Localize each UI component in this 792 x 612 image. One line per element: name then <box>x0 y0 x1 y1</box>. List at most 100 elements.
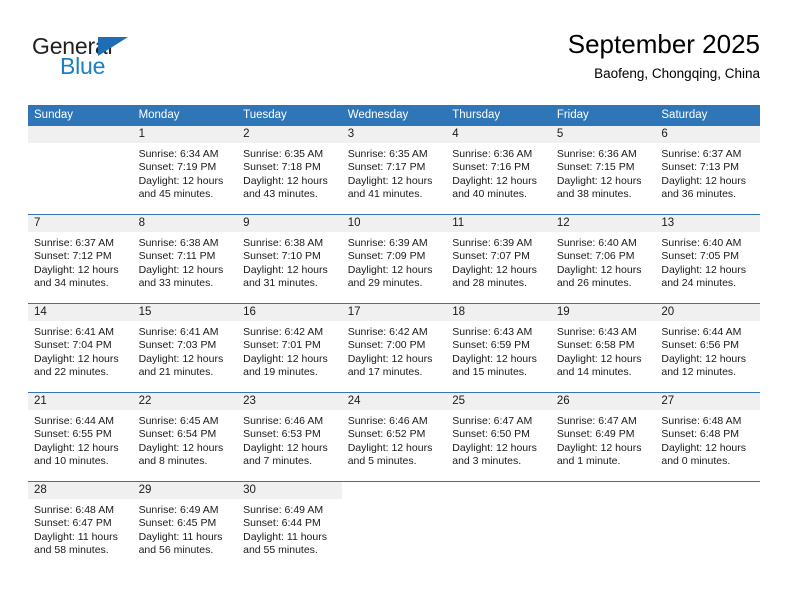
calendar-cell-inner <box>341 482 447 570</box>
sunrise-time: Sunrise: 6:35 AM <box>347 148 428 160</box>
day-number: 4 <box>446 126 551 143</box>
calendar-day-cell[interactable]: 27 Sunrise: 6:48 AM Sunset: 6:48 PM Dayligh… <box>655 392 760 482</box>
daylight-minutes: and 31 minutes. <box>243 277 318 290</box>
sunset-time: Sunset: 6:49 PM <box>556 428 635 441</box>
sunset-time: Sunset: 7:07 PM <box>452 250 530 263</box>
day-number: 13 <box>655 215 760 232</box>
calendar-day-cell[interactable]: 25 Sunrise: 6:47 AM Sunset: 6:50 PM Dayligh… <box>446 392 551 482</box>
sunset-time: Sunset: 7:10 PM <box>243 250 321 263</box>
calendar-day-cell[interactable]: 10 Sunrise: 6:39 AM Sunset: 7:09 PM Dayligh… <box>341 214 447 304</box>
calendar-day-cell[interactable]: 11 Sunrise: 6:39 AM Sunset: 7:07 PM Dayligh… <box>446 214 551 304</box>
sunset-time: Sunset: 6:58 PM <box>556 339 635 352</box>
calendar-day-cell[interactable]: 13 Sunrise: 6:40 AM Sunset: 7:05 PM Dayligh… <box>655 214 760 304</box>
calendar-week-row: 1 Sunrise: 6:34 AM Sunset: 7:19 PM Daylight… <box>28 126 760 215</box>
calendar-cell-inner: 5 Sunrise: 6:36 AM Sunset: 7:15 PM Daylight… <box>550 126 656 214</box>
sunset-time: Sunset: 6:54 PM <box>138 428 217 441</box>
calendar-day-cell[interactable]: 20 Sunrise: 6:44 AM Sunset: 6:56 PM Dayligh… <box>655 303 760 393</box>
calendar-day-cell[interactable]: 7 Sunrise: 6:37 AM Sunset: 7:12 PM Daylight… <box>28 214 133 304</box>
calendar-cell-inner: 1 Sunrise: 6:34 AM Sunset: 7:19 PM Daylight… <box>132 126 238 214</box>
sun-info: Sunrise: 6:43 AM Sunset: 6:59 PM Daylight:… <box>446 321 551 380</box>
general-blue-logo[interactable]: General Blue <box>32 34 232 90</box>
daylight-minutes: and 7 minutes. <box>243 455 313 468</box>
calendar-day-cell[interactable]: 16 Sunrise: 6:42 AM Sunset: 7:01 PM Dayligh… <box>237 303 342 393</box>
day-number: 23 <box>237 393 342 410</box>
sunset-time: Sunset: 7:12 PM <box>34 250 112 263</box>
calendar-cell-inner: 15 Sunrise: 6:41 AM Sunset: 7:03 PM Dayligh… <box>132 304 238 392</box>
calendar-cell-inner: 14 Sunrise: 6:41 AM Sunset: 7:04 PM Dayligh… <box>28 304 133 392</box>
calendar-day-cell[interactable]: 29 Sunrise: 6:49 AM Sunset: 6:45 PM Dayligh… <box>132 481 238 570</box>
daylight-minutes: and 56 minutes. <box>138 544 214 557</box>
daylight-hours: Daylight: 12 hours <box>661 352 747 365</box>
calendar-cell-inner: 27 Sunrise: 6:48 AM Sunset: 6:48 PM Dayligh… <box>655 393 760 481</box>
calendar-day-cell[interactable]: 30 Sunrise: 6:49 AM Sunset: 6:44 PM Dayligh… <box>237 481 342 570</box>
daylight-minutes: and 43 minutes. <box>243 188 318 201</box>
sun-info: Sunrise: 6:38 AM Sunset: 7:11 PM Daylight:… <box>133 232 238 291</box>
weekday-header-sunday: Sunday <box>28 105 133 126</box>
daylight-minutes: and 17 minutes. <box>347 366 423 379</box>
calendar-day-cell[interactable]: 22 Sunrise: 6:45 AM Sunset: 6:54 PM Dayligh… <box>132 392 238 482</box>
calendar-day-cell[interactable]: 1 Sunrise: 6:34 AM Sunset: 7:19 PM Daylight… <box>132 126 238 215</box>
calendar-day-cell[interactable]: 17 Sunrise: 6:42 AM Sunset: 7:00 PM Dayligh… <box>341 303 447 393</box>
calendar-day-cell[interactable]: 4 Sunrise: 6:36 AM Sunset: 7:16 PM Daylight… <box>446 126 551 215</box>
calendar-day-cell[interactable]: 14 Sunrise: 6:41 AM Sunset: 7:04 PM Dayligh… <box>28 303 133 393</box>
sun-info: Sunrise: 6:35 AM Sunset: 7:17 PM Daylight:… <box>342 143 447 202</box>
calendar-day-cell[interactable]: 9 Sunrise: 6:38 AM Sunset: 7:10 PM Daylight… <box>237 214 342 304</box>
page-title: September 2025 <box>567 29 760 59</box>
sun-info: Sunrise: 6:42 AM Sunset: 7:01 PM Daylight:… <box>237 321 342 380</box>
calendar-day-cell[interactable]: 6 Sunrise: 6:37 AM Sunset: 7:13 PM Daylight… <box>655 126 760 215</box>
sunset-time: Sunset: 7:00 PM <box>347 339 426 352</box>
sun-info: Sunrise: 6:41 AM Sunset: 7:03 PM Daylight:… <box>133 321 238 380</box>
sunrise-time: Sunrise: 6:45 AM <box>138 415 219 427</box>
sun-info: Sunrise: 6:46 AM Sunset: 6:52 PM Daylight:… <box>342 410 447 469</box>
calendar-day-cell[interactable]: 5 Sunrise: 6:36 AM Sunset: 7:15 PM Daylight… <box>550 126 656 215</box>
sun-info: Sunrise: 6:36 AM Sunset: 7:15 PM Daylight:… <box>551 143 656 202</box>
day-number <box>655 482 760 499</box>
calendar-empty-cell <box>446 481 551 570</box>
day-number: 11 <box>446 215 551 232</box>
day-number <box>341 482 447 499</box>
page-subtitle: Baofeng, Chongqing, China <box>594 66 760 81</box>
sunset-time: Sunset: 7:05 PM <box>661 250 740 263</box>
day-number: 30 <box>237 482 342 499</box>
sun-info: Sunrise: 6:45 AM Sunset: 6:54 PM Daylight:… <box>133 410 238 469</box>
calendar-day-cell[interactable]: 28 Sunrise: 6:48 AM Sunset: 6:47 PM Dayligh… <box>28 481 133 570</box>
day-number: 27 <box>655 393 760 410</box>
calendar-day-cell[interactable]: 15 Sunrise: 6:41 AM Sunset: 7:03 PM Dayligh… <box>132 303 238 393</box>
calendar-day-cell[interactable]: 18 Sunrise: 6:43 AM Sunset: 6:59 PM Dayligh… <box>446 303 551 393</box>
sun-info: Sunrise: 6:34 AM Sunset: 7:19 PM Daylight:… <box>133 143 238 202</box>
daylight-hours: Daylight: 11 hours <box>34 530 118 543</box>
sun-info: Sunrise: 6:47 AM Sunset: 6:50 PM Daylight:… <box>446 410 551 469</box>
calendar-day-cell[interactable]: 12 Sunrise: 6:40 AM Sunset: 7:06 PM Dayligh… <box>550 214 656 304</box>
calendar-day-cell[interactable]: 24 Sunrise: 6:46 AM Sunset: 6:52 PM Dayligh… <box>341 392 447 482</box>
daylight-hours: Daylight: 12 hours <box>452 263 537 276</box>
sunrise-time: Sunrise: 6:40 AM <box>661 237 742 249</box>
calendar-cell-inner: 24 Sunrise: 6:46 AM Sunset: 6:52 PM Dayligh… <box>341 393 447 481</box>
daylight-minutes: and 55 minutes. <box>243 544 318 557</box>
sunset-time: Sunset: 7:04 PM <box>34 339 112 352</box>
calendar-day-cell[interactable]: 19 Sunrise: 6:43 AM Sunset: 6:58 PM Dayligh… <box>550 303 656 393</box>
daylight-minutes: and 28 minutes. <box>452 277 527 290</box>
calendar-day-cell[interactable]: 26 Sunrise: 6:47 AM Sunset: 6:49 PM Dayligh… <box>550 392 656 482</box>
sunset-time: Sunset: 6:53 PM <box>243 428 321 441</box>
daylight-hours: Daylight: 12 hours <box>661 174 747 187</box>
logo-text-blue: Blue <box>60 53 106 79</box>
sunset-time: Sunset: 6:52 PM <box>347 428 426 441</box>
calendar-day-cell[interactable]: 8 Sunrise: 6:38 AM Sunset: 7:11 PM Daylight… <box>132 214 238 304</box>
calendar-day-cell[interactable]: 3 Sunrise: 6:35 AM Sunset: 7:17 PM Daylight… <box>341 126 447 215</box>
day-number: 6 <box>655 126 760 143</box>
sunrise-time: Sunrise: 6:38 AM <box>243 237 324 249</box>
sunrise-time: Sunrise: 6:37 AM <box>34 237 114 249</box>
sunrise-time: Sunrise: 6:47 AM <box>556 415 637 427</box>
calendar-week-row: 14 Sunrise: 6:41 AM Sunset: 7:04 PM Dayligh… <box>28 303 760 393</box>
calendar-cell-inner: 21 Sunrise: 6:44 AM Sunset: 6:55 PM Dayligh… <box>28 393 133 481</box>
calendar-empty-cell <box>341 481 447 570</box>
calendar-empty-cell <box>28 126 133 215</box>
calendar-cell-inner: 19 Sunrise: 6:43 AM Sunset: 6:58 PM Dayligh… <box>550 304 656 392</box>
daylight-minutes: and 34 minutes. <box>34 277 109 290</box>
sun-info: Sunrise: 6:46 AM Sunset: 6:53 PM Daylight:… <box>237 410 342 469</box>
day-number: 19 <box>550 304 656 321</box>
calendar-cell-inner: 22 Sunrise: 6:45 AM Sunset: 6:54 PM Dayligh… <box>132 393 238 481</box>
calendar-day-cell[interactable]: 2 Sunrise: 6:35 AM Sunset: 7:18 PM Daylight… <box>237 126 342 215</box>
calendar-day-cell[interactable]: 21 Sunrise: 6:44 AM Sunset: 6:55 PM Dayligh… <box>28 392 133 482</box>
calendar-day-cell[interactable]: 23 Sunrise: 6:46 AM Sunset: 6:53 PM Dayligh… <box>237 392 342 482</box>
